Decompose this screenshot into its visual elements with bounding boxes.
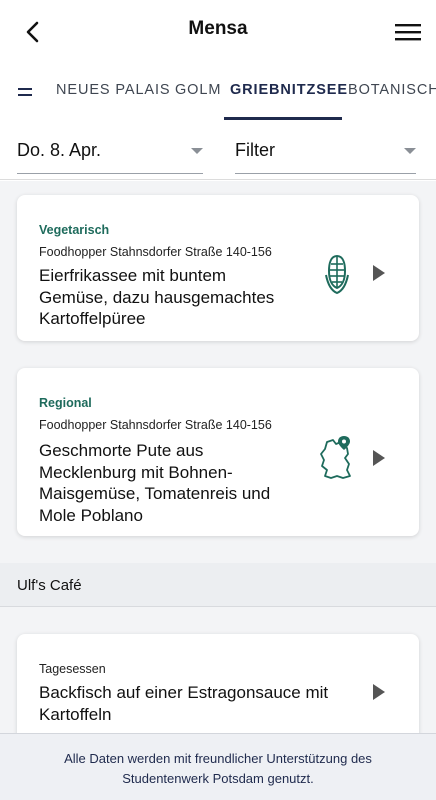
corn-icon bbox=[323, 253, 351, 300]
meal-category: Tagesessen bbox=[39, 662, 106, 676]
filter-select-value: Filter bbox=[235, 140, 275, 160]
tab-griebnitzsee[interactable]: GRIEBNITZSEE bbox=[230, 82, 348, 98]
date-select-value: Do. 8. Apr. bbox=[17, 140, 102, 160]
app-bar: Mensa bbox=[0, 0, 436, 62]
tab-drawer-icon[interactable] bbox=[16, 87, 34, 97]
meal-card[interactable]: Vegetarisch Foodhopper Stahnsdorfer Stra… bbox=[17, 195, 419, 341]
filter-select[interactable]: Filter bbox=[235, 130, 416, 174]
meal-title: Geschmorte Pute aus Mecklenburg mit Bohn… bbox=[39, 441, 271, 525]
footer-note: Alle Daten werden mit freundlicher Unter… bbox=[0, 733, 436, 800]
filter-bar: Do. 8. Apr. Filter bbox=[0, 120, 436, 180]
meal-location: Foodhopper Stahnsdorfer Straße 140-156 bbox=[39, 245, 272, 259]
section-header: Ulf's Café bbox=[0, 563, 436, 607]
play-arrow-icon[interactable] bbox=[373, 684, 385, 700]
dropdown-caret-icon bbox=[404, 148, 416, 154]
play-arrow-icon[interactable] bbox=[373, 450, 385, 466]
tab-botanisch[interactable]: BOTANISCH bbox=[348, 82, 436, 98]
meal-card[interactable]: Regional Foodhopper Stahnsdorfer Straße … bbox=[17, 368, 419, 536]
hamburger-menu-icon bbox=[395, 24, 421, 41]
meal-location: Foodhopper Stahnsdorfer Straße 140-156 bbox=[39, 418, 272, 432]
tab-golm[interactable]: GOLM bbox=[175, 82, 221, 98]
meal-category: Vegetarisch bbox=[39, 223, 110, 237]
section-title: Ulf's Café bbox=[17, 577, 82, 594]
meal-title: Eierfrikassee mit buntem Gemüse, dazu ha… bbox=[39, 266, 275, 328]
meal-category: Regional bbox=[39, 396, 92, 410]
campus-tabs: NEUES PALAIS GOLM GRIEBNITZSEE BOTANISCH bbox=[0, 62, 436, 120]
play-arrow-icon[interactable] bbox=[373, 265, 385, 281]
footer-text: Alle Daten werden mit freundlicher Unter… bbox=[64, 751, 372, 786]
meal-title: Backfisch auf einer Estragonsauce mit Ka… bbox=[39, 683, 329, 724]
page-title: Mensa bbox=[188, 18, 248, 39]
germany-map-pin-icon bbox=[317, 434, 357, 487]
menu-button[interactable] bbox=[394, 20, 422, 44]
meal-card[interactable]: Tagesessen Backfisch auf einer Estragons… bbox=[17, 634, 419, 733]
dropdown-caret-icon bbox=[191, 148, 203, 154]
tab-neues-palais[interactable]: NEUES PALAIS bbox=[56, 82, 171, 98]
date-select[interactable]: Do. 8. Apr. bbox=[17, 130, 203, 174]
meal-list[interactable]: Vegetarisch Foodhopper Stahnsdorfer Stra… bbox=[0, 181, 436, 733]
